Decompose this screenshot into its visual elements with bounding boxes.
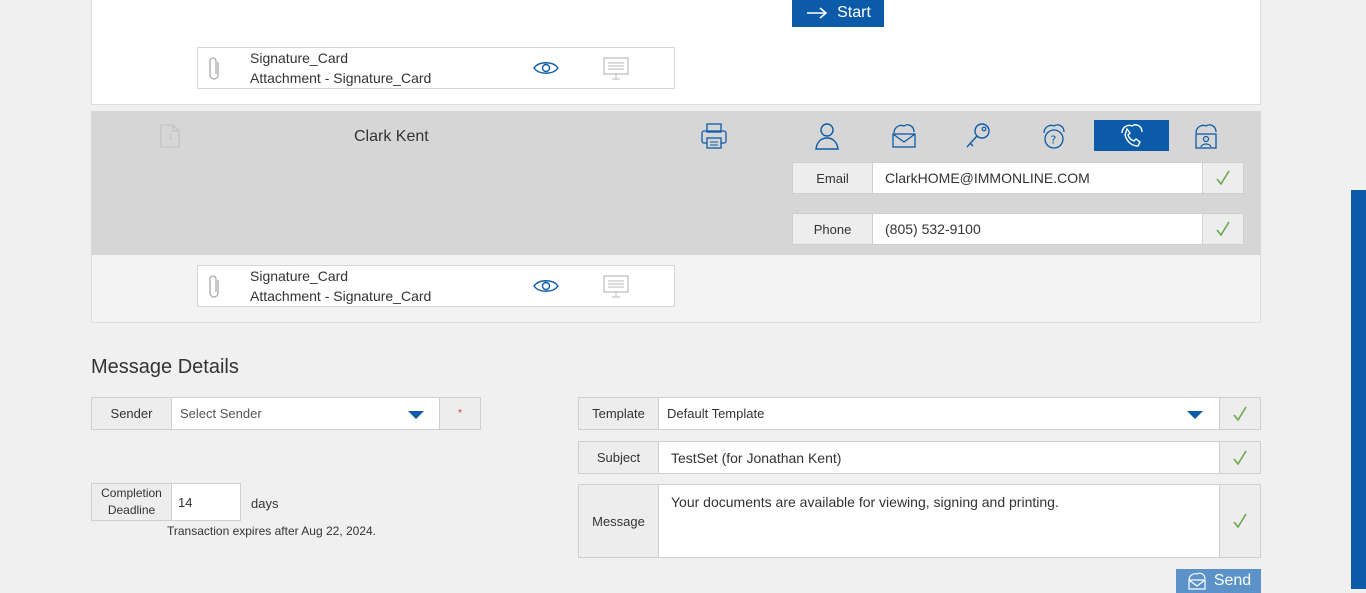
auth-method-question[interactable]: ? [1016,120,1091,151]
svg-text:1: 1 [168,133,173,142]
checkmark-icon [1233,513,1247,529]
completion-label-line1: Completion [101,486,162,500]
message-textarea[interactable]: Your documents are available for viewing… [658,484,1220,558]
checkmark-icon [1216,221,1230,237]
completion-deadline-label: Completion Deadline [91,483,172,521]
attachment-name: Signature_Card [250,268,349,284]
chevron-down-icon [408,411,424,419]
phone-check [1202,213,1244,245]
completion-days-input[interactable]: 14 [171,483,241,521]
auth-method-key[interactable] [940,120,1015,151]
email-check [1202,162,1244,194]
checkmark-icon [1233,450,1247,465]
send-label: Send [1213,572,1252,589]
view-eye-icon[interactable] [532,278,560,294]
paperclip-icon [209,57,219,80]
person-icon [814,122,839,150]
sender-placeholder: Select Sender [180,406,262,421]
phone-field[interactable]: (805) 532-9100 [872,213,1203,245]
phone-label: Phone [792,213,873,245]
sender-label: Sender [91,397,172,430]
envelope-cloud-icon [891,123,916,148]
template-select[interactable]: Default Template [658,397,1220,430]
monitor-icon[interactable] [603,274,629,300]
send-button[interactable]: Send [1176,569,1261,593]
start-label: Start [837,3,871,21]
envelope-send-icon [1188,572,1206,590]
expiration-note: Transaction expires after Aug 22, 2024. [167,524,377,538]
attachment-name: Signature_Card [250,50,349,66]
svg-text:?: ? [1050,133,1056,146]
paperclip-icon [209,275,219,298]
sender-select[interactable]: Select Sender [171,397,440,430]
completion-label-line2: Deadline [107,503,156,517]
attachment-row: Signature_Card Attachment - Signature_Ca… [197,47,675,89]
signer-attachment-row: Signature_Card Attachment - Signature_Ca… [197,265,675,307]
printer-icon[interactable] [700,122,728,150]
question-shield-icon: ? [1042,123,1065,149]
message-details-title: Message Details [91,356,239,378]
checkmark-icon [1233,406,1247,421]
auth-method-person[interactable] [789,120,864,151]
subject-field[interactable]: TestSet (for Jonathan Kent) [658,441,1220,474]
auth-method-email[interactable] [866,120,941,151]
required-marker: * [439,397,481,430]
phone-icon [1120,123,1143,147]
document-number-icon: 1 [160,124,180,148]
key-icon [965,122,990,147]
subject-check [1219,441,1261,474]
days-label: days [251,496,279,511]
attachment-subtitle: Attachment - Signature_Card [250,288,432,304]
auth-method-phone[interactable] [1094,120,1169,151]
template-check [1219,397,1261,430]
email-field[interactable]: ClarkHOME@IMMONLINE.COM [872,162,1203,194]
email-label: Email [792,162,873,194]
subject-label: Subject [578,441,659,474]
attachment-subtitle: Attachment - Signature_Card [250,70,432,86]
checkmark-icon [1216,170,1230,186]
message-check [1219,484,1261,558]
message-label: Message [578,484,659,558]
scrollbar-thumb[interactable] [1351,190,1366,589]
person-cloud-icon [1194,123,1217,149]
signer-name: Clark Kent [354,128,429,145]
template-value: Default Template [667,406,765,421]
template-label: Template [578,397,659,430]
view-eye-icon[interactable] [532,60,560,76]
chevron-down-icon [1187,411,1203,419]
arrow-right-icon [807,6,828,19]
start-button[interactable]: Start [792,0,884,27]
monitor-icon[interactable] [603,56,629,82]
auth-method-id[interactable] [1168,120,1243,151]
